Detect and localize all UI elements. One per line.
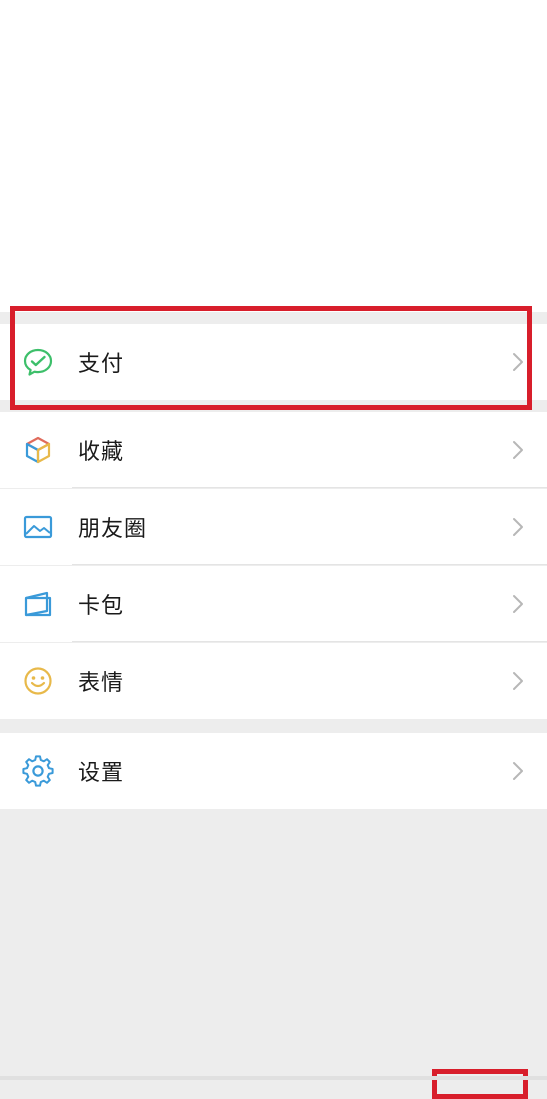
section-gap — [0, 719, 547, 733]
row-divider — [72, 641, 547, 642]
settings-gear-icon — [22, 755, 54, 787]
menu-item-label: 支付 — [78, 352, 125, 377]
bottom-tab-bar-edge — [0, 1076, 547, 1080]
row-divider — [72, 487, 547, 488]
sticker-smiley-icon — [22, 665, 54, 697]
menu-item-settings[interactable]: 设置 — [0, 733, 547, 809]
menu-item-label: 表情 — [78, 671, 125, 696]
chevron-right-icon — [511, 670, 525, 692]
card-wallet-icon — [22, 588, 54, 620]
menu-item-label: 设置 — [78, 761, 125, 786]
chevron-right-icon — [511, 760, 525, 782]
section-gap — [0, 312, 547, 324]
menu-item-cards[interactable]: 卡包 — [0, 566, 547, 642]
wechat-pay-icon — [22, 346, 54, 378]
menu-item-label: 收藏 — [78, 440, 125, 465]
highlight-box — [432, 1069, 528, 1099]
chevron-right-icon — [511, 439, 525, 461]
menu-item-pay[interactable]: 支付 — [0, 324, 547, 400]
menu-item-favorites[interactable]: 收藏 — [0, 412, 547, 488]
chevron-right-icon — [511, 516, 525, 538]
menu-item-stickers[interactable]: 表情 — [0, 643, 547, 719]
moments-photo-icon — [22, 511, 54, 543]
chevron-right-icon — [511, 593, 525, 615]
profile-header-area — [0, 0, 547, 312]
menu-item-label: 卡包 — [78, 594, 125, 619]
row-divider — [72, 564, 547, 565]
menu-item-moments[interactable]: 朋友圈 — [0, 489, 547, 565]
menu-item-label: 朋友圈 — [78, 517, 148, 542]
section-gap — [0, 400, 547, 412]
chevron-right-icon — [511, 351, 525, 373]
favorites-cube-icon — [22, 434, 54, 466]
